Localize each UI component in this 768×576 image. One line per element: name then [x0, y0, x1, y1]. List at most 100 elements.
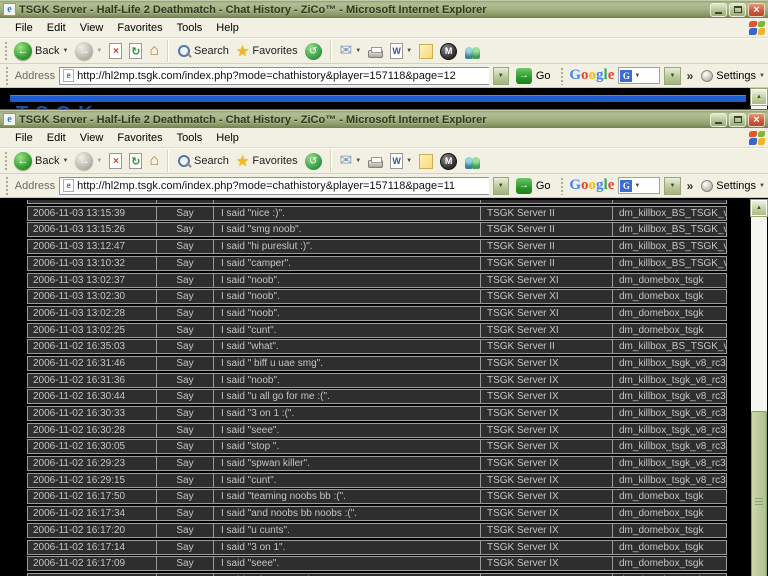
scrollbar-track[interactable] [751, 217, 767, 576]
forward-button[interactable]: →▼ [72, 41, 105, 61]
media-button[interactable]: M [437, 42, 460, 61]
messenger-button[interactable] [461, 42, 486, 60]
google-search-box[interactable]: G▼ [618, 177, 660, 194]
address-input[interactable]: ehttp://hl2mp.tsgk.com/index.php?mode=ch… [59, 177, 488, 195]
back-button[interactable]: ←Back▼ [11, 41, 71, 61]
restore-button[interactable] [729, 3, 746, 17]
mail-button[interactable]: ✉▼ [337, 153, 365, 169]
toolbar-overflow-chevron[interactable]: » [687, 69, 694, 83]
menu-favorites[interactable]: Favorites [110, 20, 169, 36]
history-button[interactable]: ↺ [302, 152, 325, 171]
cell-msg: I said "smg noob". [213, 223, 480, 236]
google-logo: Google [569, 178, 614, 193]
google-dropdown-icon[interactable]: ▼ [634, 73, 640, 79]
cell-msg: I said "3 on 1". [213, 541, 480, 554]
toolbar-separator [167, 150, 169, 172]
search-button[interactable]: Search [174, 43, 232, 60]
edit-with-word-button[interactable]: W▼ [387, 42, 415, 60]
minimize-button[interactable] [710, 113, 727, 127]
edit-with-word-button[interactable]: W▼ [387, 152, 415, 170]
google-toolbar-dropdown[interactable]: ▼ [664, 177, 680, 195]
addressbar-grip[interactable] [5, 176, 9, 196]
history-button[interactable]: ↺ [302, 42, 325, 61]
discuss-button[interactable] [416, 153, 436, 170]
scrollbar[interactable]: ▲ [751, 200, 767, 576]
cell-server: TSGK Server II [480, 207, 612, 220]
home-button[interactable]: ⌂ [146, 152, 162, 170]
scrollbar-thumb[interactable] [751, 411, 767, 576]
minimize-button[interactable] [710, 3, 727, 17]
edit-dropdown-icon[interactable]: ▼ [406, 48, 412, 54]
menu-view[interactable]: View [73, 20, 111, 36]
refresh-button[interactable]: ↻ [126, 42, 145, 60]
menu-favorites[interactable]: Favorites [110, 130, 169, 146]
scrollbar[interactable]: ▲ [751, 89, 767, 110]
menu-edit[interactable]: Edit [40, 20, 73, 36]
address-dropdown-button[interactable]: ▼ [493, 67, 509, 85]
cell-map: dm_domebox_tsgk [612, 307, 726, 320]
edit-dropdown-icon[interactable]: ▼ [406, 158, 412, 164]
restore-button[interactable] [729, 113, 746, 127]
favorites-star-icon: ★ [236, 44, 249, 59]
menu-file[interactable]: File [8, 20, 40, 36]
menu-tools[interactable]: Tools [170, 130, 210, 146]
menu-help[interactable]: Help [209, 20, 246, 36]
back-dropdown-icon[interactable]: ▼ [62, 158, 68, 164]
window-title: TSGK Server - Half-Life 2 Deathmatch - C… [19, 4, 707, 16]
table-row: 2006-11-03 13:15:26SayI said "smg noob".… [27, 222, 727, 237]
google-logo-letter: G [569, 67, 581, 83]
cell-time: 2006-11-02 16:30:05 [28, 440, 156, 453]
windows-logo-icon [748, 20, 766, 36]
favorites-button[interactable]: ★Favorites [233, 43, 301, 60]
close-button[interactable]: × [748, 3, 765, 17]
settings-dropdown-icon[interactable]: ▼ [759, 73, 765, 79]
print-button[interactable] [365, 154, 386, 169]
settings-button[interactable]: Settings▼ [701, 180, 765, 192]
back-dropdown-icon[interactable]: ▼ [62, 48, 68, 54]
mail-button[interactable]: ✉▼ [337, 43, 365, 59]
table-row: 2006-11-02 16:30:33SayI said "3 on 1 :("… [27, 406, 727, 421]
toolbar-overflow-chevron[interactable]: » [687, 179, 694, 193]
scrollbar-up-button[interactable]: ▲ [751, 200, 767, 216]
messenger-button[interactable] [461, 152, 486, 170]
go-button[interactable]: →Go [513, 68, 554, 84]
close-button[interactable]: × [748, 113, 765, 127]
google-toolbar-dropdown[interactable]: ▼ [664, 67, 680, 85]
address-dropdown-button[interactable]: ▼ [493, 177, 509, 195]
toolbar-grip[interactable] [4, 41, 8, 61]
home-button[interactable]: ⌂ [146, 42, 162, 60]
toolbar-separator [560, 177, 564, 195]
mail-dropdown-icon[interactable]: ▼ [355, 158, 361, 164]
mail-dropdown-icon[interactable]: ▼ [355, 48, 361, 54]
settings-ball-icon [701, 180, 713, 192]
back-button[interactable]: ←Back▼ [11, 151, 71, 171]
forward-button[interactable]: →▼ [72, 151, 105, 171]
media-button[interactable]: M [437, 152, 460, 171]
restore-icon [734, 6, 742, 13]
settings-dropdown-icon[interactable]: ▼ [759, 183, 765, 189]
scrollbar-up-button[interactable]: ▲ [751, 89, 767, 105]
menu-help[interactable]: Help [209, 130, 246, 146]
title-bar[interactable]: e TSGK Server - Half-Life 2 Deathmatch -… [0, 0, 768, 18]
toolbar-grip[interactable] [4, 151, 8, 171]
google-dropdown-icon[interactable]: ▼ [634, 183, 640, 189]
menu-view[interactable]: View [73, 130, 111, 146]
print-button[interactable] [365, 44, 386, 59]
addressbar-grip[interactable] [5, 66, 9, 86]
refresh-button[interactable]: ↻ [126, 152, 145, 170]
discuss-button[interactable] [416, 43, 436, 60]
go-button[interactable]: →Go [513, 178, 554, 194]
menu-edit[interactable]: Edit [40, 130, 73, 146]
stop-button[interactable]: × [106, 42, 125, 60]
google-search-box[interactable]: G▼ [618, 67, 660, 84]
search-button[interactable]: Search [174, 153, 232, 170]
address-input[interactable]: ehttp://hl2mp.tsgk.com/index.php?mode=ch… [59, 67, 488, 85]
menu-tools[interactable]: Tools [170, 20, 210, 36]
menu-file[interactable]: File [8, 130, 40, 146]
address-bar: Address ehttp://hl2mp.tsgk.com/index.php… [0, 174, 768, 198]
stop-button[interactable]: × [106, 152, 125, 170]
page-content-back: TSGK ▲ [0, 88, 768, 110]
title-bar[interactable]: e TSGK Server - Half-Life 2 Deathmatch -… [0, 110, 768, 128]
settings-button[interactable]: Settings▼ [701, 70, 765, 82]
favorites-button[interactable]: ★Favorites [233, 153, 301, 170]
